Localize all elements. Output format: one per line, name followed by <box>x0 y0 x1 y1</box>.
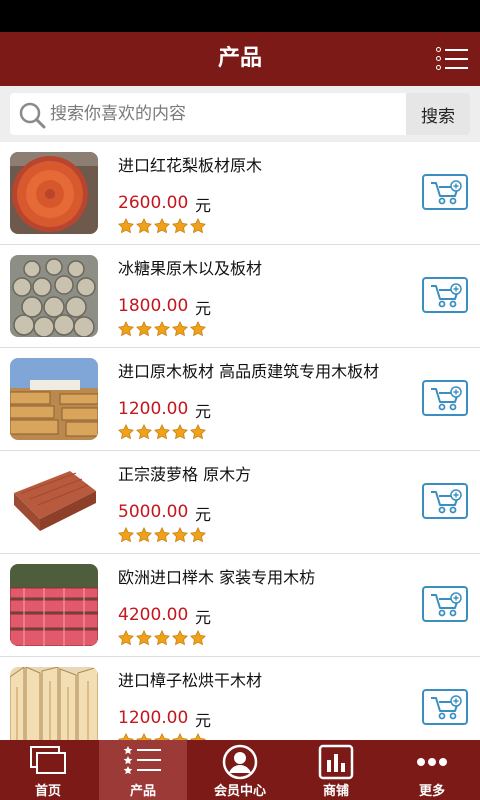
product-price: 1800.00 <box>118 296 189 316</box>
product-price: 5000.00 <box>118 502 189 522</box>
star-icon <box>190 629 206 646</box>
star-icon <box>172 423 188 440</box>
rating-stars <box>118 526 206 543</box>
rating-stars <box>118 320 206 337</box>
star-icon <box>118 320 134 337</box>
star-icon <box>118 732 134 740</box>
star-icon <box>154 526 170 543</box>
add-to-cart-button[interactable] <box>422 689 468 725</box>
star-icon <box>154 320 170 337</box>
star-icon <box>172 217 188 234</box>
star-icon <box>118 629 134 646</box>
star-icon <box>190 423 206 440</box>
tab-bar-chart[interactable]: 商铺 <box>292 740 380 800</box>
more-dots-icon <box>388 744 476 780</box>
product-list: 进口红花梨板材原木 2600.00 元 冰糖果原木以及板材 1800.00 元 <box>0 142 480 740</box>
add-to-cart-button[interactable] <box>422 483 468 519</box>
tab-user-circle[interactable]: 会员中心 <box>196 740 284 800</box>
star-icon <box>172 629 188 646</box>
search-bar: 搜索 <box>0 86 480 142</box>
price-unit: 元 <box>195 711 212 730</box>
product-thumbnail[interactable] <box>10 667 98 740</box>
rating-stars <box>118 629 206 646</box>
star-icon <box>190 732 206 740</box>
star-icon <box>172 320 188 337</box>
status-bar <box>0 0 480 32</box>
star-icon <box>118 423 134 440</box>
product-item[interactable]: 进口红花梨板材原木 2600.00 元 <box>0 142 480 245</box>
tab-label: 会员中心 <box>213 784 266 799</box>
app-header: 产品 <box>0 32 480 86</box>
add-to-cart-button[interactable] <box>422 174 468 210</box>
star-icon <box>154 217 170 234</box>
search-icon <box>19 102 46 129</box>
price-unit: 元 <box>195 299 212 318</box>
product-thumbnail[interactable] <box>10 461 98 543</box>
product-price: 2600.00 <box>118 193 189 213</box>
product-price: 1200.00 <box>118 399 189 419</box>
star-icon <box>154 629 170 646</box>
price-unit: 元 <box>195 608 212 627</box>
product-name[interactable]: 正宗菠萝格 原木方 <box>118 461 251 485</box>
star-icon <box>190 320 206 337</box>
add-to-cart-button[interactable] <box>422 277 468 313</box>
price-unit: 元 <box>195 505 212 524</box>
star-icon <box>154 423 170 440</box>
bottom-tab-bar: 首页 产品 会员中心 商铺 更多 <box>0 740 480 800</box>
star-icon <box>136 732 152 740</box>
search-field <box>10 93 406 135</box>
product-thumbnail[interactable] <box>10 152 98 234</box>
product-thumbnail[interactable] <box>10 358 98 440</box>
tab-more-dots[interactable]: 更多 <box>388 740 476 800</box>
product-name[interactable]: 冰糖果原木以及板材 <box>118 255 262 279</box>
search-input[interactable] <box>50 93 400 135</box>
bar-chart-icon <box>292 744 380 780</box>
tab-label: 商铺 <box>322 784 349 799</box>
list-menu-icon[interactable] <box>436 44 468 74</box>
product-thumbnail[interactable] <box>10 255 98 337</box>
rating-stars <box>118 423 206 440</box>
search-button[interactable]: 搜索 <box>406 93 470 135</box>
star-icon <box>136 320 152 337</box>
rating-stars <box>118 217 206 234</box>
star-icon <box>190 526 206 543</box>
product-item[interactable]: 进口原木板材 高品质建筑专用木板材 1200.00 元 <box>0 348 480 451</box>
product-name[interactable]: 欧洲进口榉木 家装专用木枋 <box>118 564 315 588</box>
product-thumbnail[interactable] <box>10 564 98 646</box>
price-unit: 元 <box>195 196 212 215</box>
product-name[interactable]: 进口红花梨板材原木 <box>118 152 262 176</box>
tab-label: 首页 <box>34 784 61 799</box>
star-icon <box>172 526 188 543</box>
product-name[interactable]: 进口樟子松烘干木材 <box>118 667 262 691</box>
star-icon <box>136 629 152 646</box>
rating-stars <box>118 732 206 740</box>
star-list-icon <box>99 744 187 780</box>
product-item[interactable]: 冰糖果原木以及板材 1800.00 元 <box>0 245 480 348</box>
product-price: 4200.00 <box>118 605 189 625</box>
tab-star-list[interactable]: 产品 <box>99 740 187 800</box>
price-unit: 元 <box>195 402 212 421</box>
star-icon <box>136 526 152 543</box>
home-screens-icon <box>4 744 92 780</box>
page-title: 产品 <box>217 46 262 71</box>
tab-home-screens[interactable]: 首页 <box>4 740 92 800</box>
add-to-cart-button[interactable] <box>422 586 468 622</box>
star-icon <box>136 217 152 234</box>
star-icon <box>190 217 206 234</box>
star-icon <box>172 732 188 740</box>
product-item[interactable]: 欧洲进口榉木 家装专用木枋 4200.00 元 <box>0 554 480 657</box>
product-price: 1200.00 <box>118 708 189 728</box>
tab-label: 产品 <box>129 784 156 799</box>
add-to-cart-button[interactable] <box>422 380 468 416</box>
tab-label: 更多 <box>418 784 445 799</box>
star-icon <box>118 526 134 543</box>
star-icon <box>154 732 170 740</box>
star-icon <box>118 217 134 234</box>
product-name[interactable]: 进口原木板材 高品质建筑专用木板材 <box>118 358 379 382</box>
product-item[interactable]: 进口樟子松烘干木材 1200.00 元 <box>0 657 480 740</box>
star-icon <box>136 423 152 440</box>
user-circle-icon <box>196 744 284 780</box>
product-item[interactable]: 正宗菠萝格 原木方 5000.00 元 <box>0 451 480 554</box>
